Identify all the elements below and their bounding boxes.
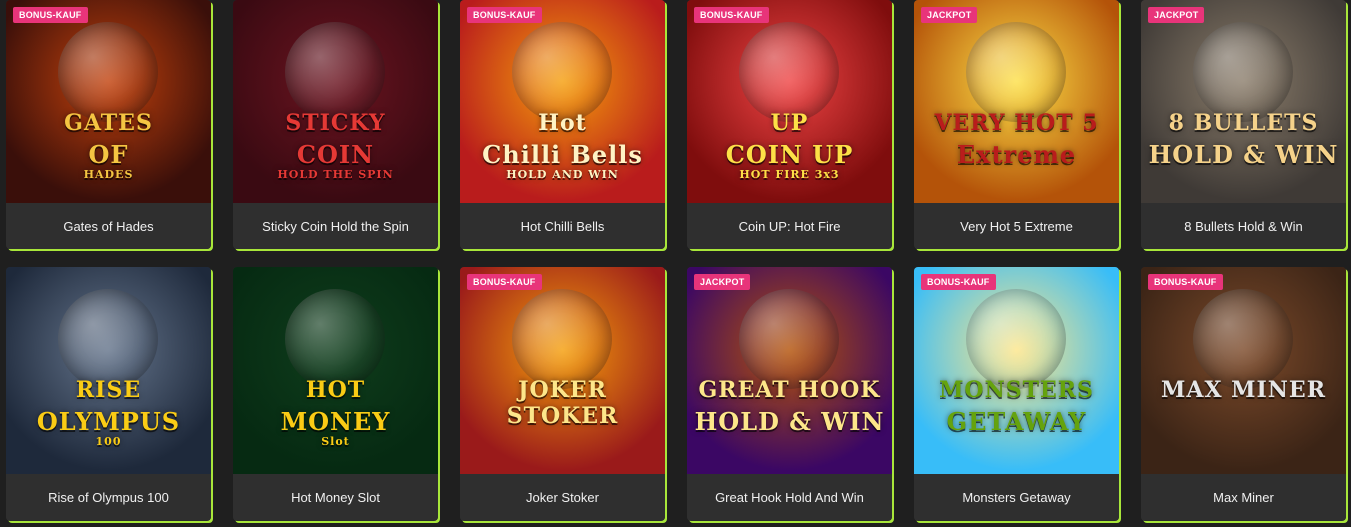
game-thumbnail[interactable]: GATES OF HADES BONUS-KAUF (6, 0, 211, 203)
promo-badge: BONUS-KAUF (467, 7, 542, 23)
game-card[interactable]: MAX MINER BONUS-KAUF Max Miner (1141, 267, 1346, 521)
game-title[interactable]: Max Miner (1141, 474, 1346, 520)
artwork-text: GREAT HOOK (698, 377, 881, 403)
promo-badge: JACKPOT (694, 274, 751, 290)
game-card[interactable]: GREAT HOOK HOLD & WIN JACKPOT Great Hook Ho… (687, 267, 892, 521)
game-artwork (285, 22, 385, 122)
game-thumbnail[interactable]: MONSTERS GETAWAY BONUS-KAUF (914, 267, 1119, 474)
artwork-text: Extreme (956, 140, 1077, 169)
game-title[interactable]: Great Hook Hold And Win (687, 474, 892, 520)
artwork-text: COIN (296, 140, 375, 169)
artwork-text: OLYMPUS (36, 407, 181, 436)
game-title[interactable]: Joker Stoker (460, 474, 665, 520)
game-artwork (966, 22, 1066, 122)
game-title[interactable]: Monsters Getaway (914, 474, 1119, 520)
artwork-text: STICKY (285, 110, 386, 136)
game-artwork (739, 22, 839, 122)
game-card[interactable]: UP COIN UP HOT FIRE 3x3 BONUS-KAUF Coin UP: … (687, 0, 892, 249)
artwork-text: HADES (83, 168, 134, 181)
artwork-text: 100 (95, 435, 122, 448)
game-artwork (739, 289, 839, 389)
game-thumbnail[interactable]: JOKER STOKER BONUS-KAUF (460, 267, 665, 474)
artwork-text: HOT (305, 377, 366, 403)
promo-badge: BONUS-KAUF (13, 7, 88, 23)
promo-badge: BONUS-KAUF (694, 7, 769, 23)
game-card[interactable]: VERY HOT 5 Extreme JACKPOT Very Hot 5 Extre… (914, 0, 1119, 249)
game-title[interactable]: 8 Bullets Hold & Win (1141, 203, 1346, 249)
artwork-text: MAX MINER (1161, 377, 1326, 403)
artwork-text: GATES (64, 110, 153, 136)
promo-badge: BONUS-KAUF (467, 274, 542, 290)
promo-badge: JACKPOT (921, 7, 978, 23)
game-artwork (512, 22, 612, 122)
game-artwork (1193, 289, 1293, 389)
game-title[interactable]: Hot Chilli Bells (460, 203, 665, 249)
game-grid: GATES OF HADES BONUS-KAUF Gates of Hades STI… (6, 0, 1346, 521)
artwork-text: 8 BULLETS (1168, 110, 1319, 136)
artwork-text: HOT FIRE 3x3 (739, 168, 840, 181)
game-card[interactable]: JOKER STOKER BONUS-KAUF Joker Stoker (460, 267, 665, 521)
game-title[interactable]: Coin UP: Hot Fire (687, 203, 892, 249)
artwork-text: MONEY (280, 407, 391, 436)
artwork-text: VERY HOT 5 (934, 110, 1099, 136)
game-card[interactable]: MONSTERS GETAWAY BONUS-KAUF Monsters Getawa… (914, 267, 1119, 521)
game-artwork (966, 289, 1066, 389)
promo-badge: BONUS-KAUF (921, 274, 996, 290)
game-card[interactable]: 8 BULLETS HOLD & WIN JACKPOT 8 Bullets Hold… (1141, 0, 1346, 249)
promo-badge: BONUS-KAUF (1148, 274, 1223, 290)
game-card[interactable]: STICKY COIN HOLD THE SPIN Sticky Coin Hold … (233, 0, 438, 249)
game-thumbnail[interactable]: HOT MONEY Slot (233, 267, 438, 474)
promo-badge: JACKPOT (1148, 7, 1205, 23)
game-title[interactable]: Gates of Hades (6, 203, 211, 249)
artwork-text: GETAWAY (946, 407, 1087, 436)
artwork-text: RISE (75, 377, 142, 403)
game-thumbnail[interactable]: Hot Chilli Bells HOLD AND WIN BONUS-KAUF (460, 0, 665, 203)
game-thumbnail[interactable]: STICKY COIN HOLD THE SPIN (233, 0, 438, 203)
game-thumbnail[interactable]: MAX MINER BONUS-KAUF (1141, 267, 1346, 474)
game-thumbnail[interactable]: GREAT HOOK HOLD & WIN JACKPOT (687, 267, 892, 474)
game-card[interactable]: HOT MONEY Slot Hot Money Slot (233, 267, 438, 521)
game-artwork (512, 289, 612, 389)
artwork-text: OF (88, 140, 129, 169)
game-artwork (58, 289, 158, 389)
artwork-text: UP (770, 110, 809, 136)
game-artwork (285, 289, 385, 389)
artwork-text: JOKER STOKER (506, 377, 619, 429)
game-card[interactable]: RISE OLYMPUS 100 Rise of Olympus 100 (6, 267, 211, 521)
artwork-text: HOLD THE SPIN (277, 168, 394, 181)
artwork-text: MONSTERS (939, 377, 1094, 403)
game-title[interactable]: Hot Money Slot (233, 474, 438, 520)
game-card[interactable]: GATES OF HADES BONUS-KAUF Gates of Hades (6, 0, 211, 249)
game-artwork (1193, 22, 1293, 122)
game-thumbnail[interactable]: 8 BULLETS HOLD & WIN JACKPOT (1141, 0, 1346, 203)
artwork-text: Slot (321, 435, 350, 448)
game-thumbnail[interactable]: VERY HOT 5 Extreme JACKPOT (914, 0, 1119, 203)
artwork-text: HOLD AND WIN (506, 168, 619, 181)
artwork-text: HOLD & WIN (1148, 140, 1339, 169)
game-title[interactable]: Very Hot 5 Extreme (914, 203, 1119, 249)
game-title[interactable]: Rise of Olympus 100 (6, 474, 211, 520)
game-thumbnail[interactable]: UP COIN UP HOT FIRE 3x3 BONUS-KAUF (687, 0, 892, 203)
artwork-text: Hot (538, 110, 587, 136)
game-card[interactable]: Hot Chilli Bells HOLD AND WIN BONUS-KAUF Hot… (460, 0, 665, 249)
artwork-text: Chilli Bells (482, 140, 643, 169)
artwork-text: COIN UP (725, 140, 854, 169)
game-artwork (58, 22, 158, 122)
artwork-text: HOLD & WIN (694, 407, 885, 436)
game-title[interactable]: Sticky Coin Hold the Spin (233, 203, 438, 249)
game-thumbnail[interactable]: RISE OLYMPUS 100 (6, 267, 211, 474)
